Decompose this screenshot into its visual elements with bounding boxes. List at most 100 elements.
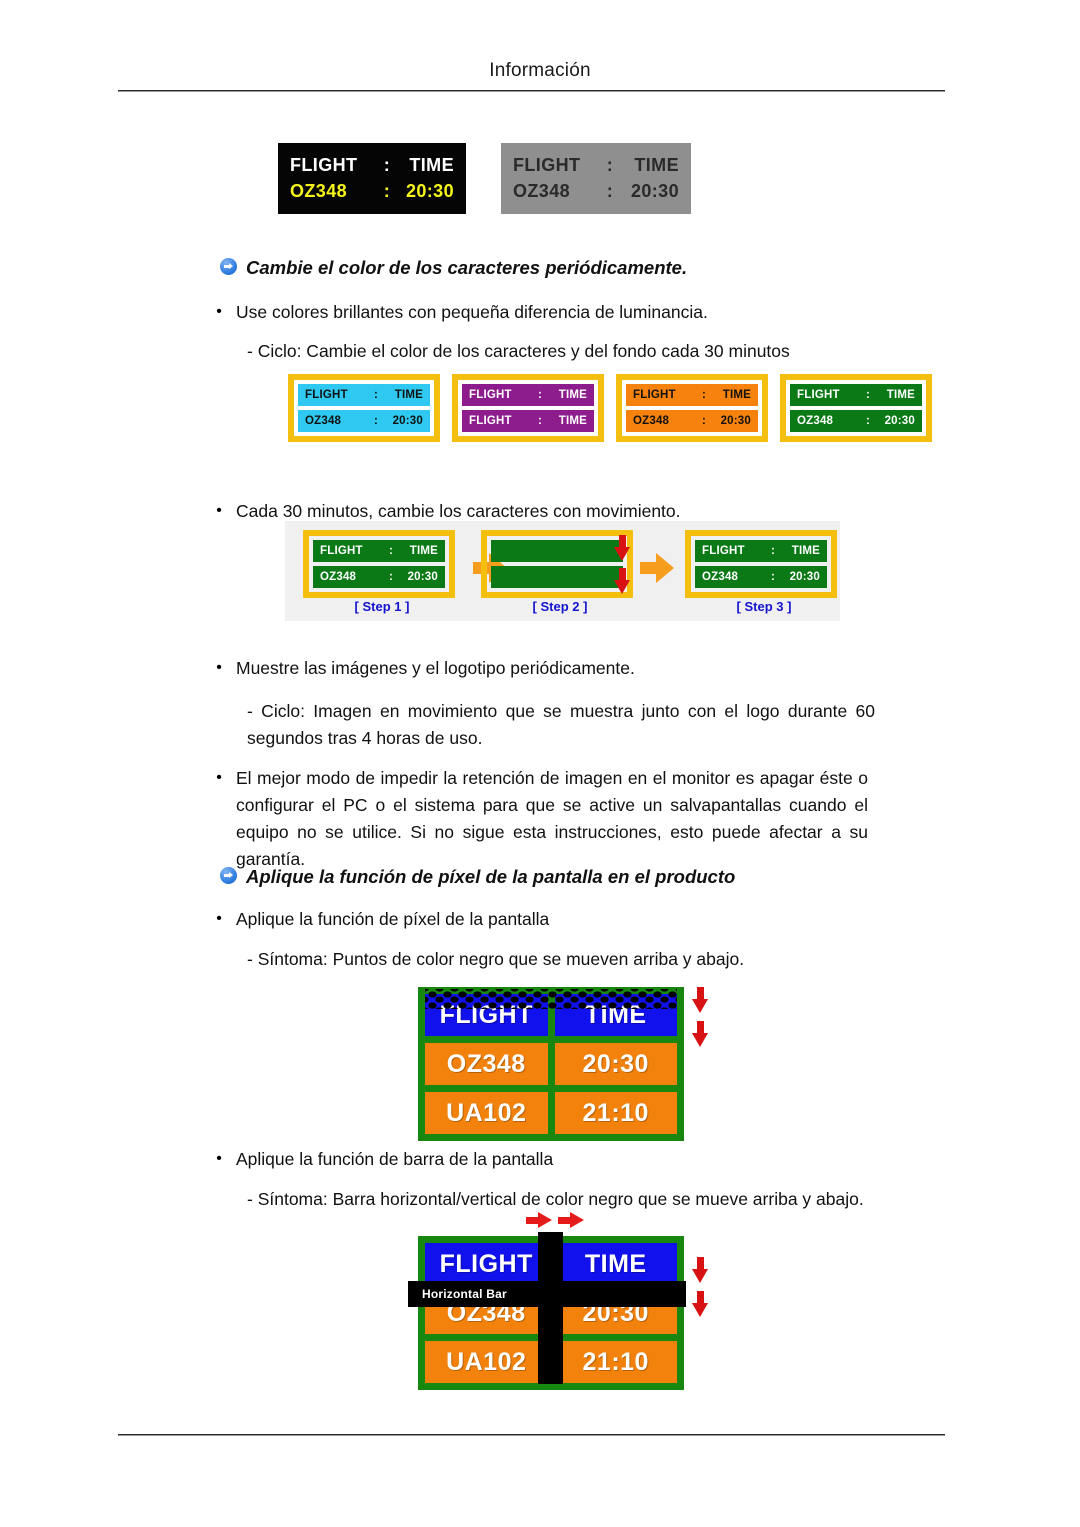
footer-divider [118,1434,945,1436]
bar-board-row-2-right: 21:10 [554,1341,677,1383]
black-panel-data-label: OZ348 [290,181,348,201]
gray-panel-header-value: TIME [634,155,679,175]
horizontal-bar: Horizontal Bar [408,1281,686,1307]
red-arrow-down-icon [692,1257,709,1283]
orange-arrow-right-icon [640,553,674,583]
blue-arrow-icon [220,258,237,275]
orange-panel: FLIGHT : TIME OZ348 : 20:30 [616,374,768,442]
pixel-board-row-2-right: 21:10 [554,1092,677,1134]
purple-panel-row-0-label: FLIGHT [469,389,512,401]
bullet-dot-icon: • [216,303,222,320]
pixel-board-row-1-left: OZ348 [425,1043,548,1085]
red-arrow-down-icon [692,987,709,1013]
gray-panel: FLIGHT : TIME OZ348 : 20:30 [501,143,691,214]
orange-panel-row-0-separator: : [701,389,707,401]
heading-1-label: Cambie el color de los caracteres periód… [246,257,688,278]
bullet-3-text: Muestre las imágenes y el logotipo perió… [236,658,635,678]
step-2-caption: [ Step 2 ] [532,599,588,614]
heading-apply-pixel-function: Aplique la función de píxel de la pantal… [220,865,735,888]
page-title: Información [489,60,591,81]
red-arrow-down-icon [692,1291,709,1317]
cyan-panel-row-0-label: FLIGHT [305,389,348,401]
gray-panel-data-label: OZ348 [513,181,571,201]
purple-panel-row-0-value: TIME [558,389,587,401]
bullet-use-bright-colors: • Use colores brillantes con pequeña dif… [215,299,708,325]
purple-panel-row-0-separator: : [537,389,543,401]
bar-board-row-2-left: UA102 [425,1341,548,1383]
black-panel-header-value: TIME [409,155,454,175]
purple-panel-row-1-label: FLIGHT [469,415,512,427]
bullet-apply-bar-function: • Aplique la función de barra de la pant… [215,1146,553,1172]
red-arrow-down-icon [614,568,630,594]
figure-color-cycle: FLIGHT : TIME OZ348 : 20:30 FLIGHT : TIM… [288,374,932,442]
bullet-prevent-image-retention: • El mejor modo de impedir la retención … [215,765,868,873]
green-panel: FLIGHT : TIME OZ348 : 20:30 [780,374,932,442]
bar-board-grid: FLIGHT TIME OZ348 20:30 UA102 21:10 Hori… [408,1232,686,1390]
bar-board-row-0-left: FLIGHT [425,1243,548,1285]
horizontal-bar-label: Horizontal Bar [422,1287,507,1301]
red-arrow-right-icon [558,1212,584,1229]
cyan-panel-row-0-value: TIME [394,389,423,401]
step-3-row-0-value: TIME [791,545,820,557]
bullet-1-text: Use colores brillantes con pequeña difer… [236,302,708,322]
vertical-bar-icon [538,1232,563,1384]
bullet-dot-icon: • [216,769,222,786]
green-panel-row-1-value: 20:30 [884,415,915,427]
subline-symptom-bar: - Síntoma: Barra horizontal/vertical de … [247,1189,864,1209]
gray-panel-header-label: FLIGHT [513,155,581,175]
black-panel-header-separator: : [383,155,391,175]
step-3-row-0-separator: : [770,545,776,557]
bullet-4-text: El mejor modo de impedir la retención de… [236,768,868,869]
orange-panel-row-1-label: OZ348 [633,415,670,427]
orange-panel-row-0-value: TIME [722,389,751,401]
black-panel-header-label: FLIGHT [290,155,358,175]
step-1-row-1-separator: : [388,571,394,583]
purple-panel-row-1-separator: : [537,415,543,427]
cyan-panel-row-1-label: OZ348 [305,415,342,427]
green-panel-row-0-separator: : [865,389,871,401]
bullet-dot-icon: • [216,502,222,519]
bullet-dot-icon: • [216,659,222,676]
step-1-row-0-separator: : [388,545,394,557]
purple-panel-row-1-value: TIME [558,415,587,427]
purple-panel: FLIGHT : TIME FLIGHT : TIME [452,374,604,442]
bar-board-row-0-right: TIME [554,1243,677,1285]
figure-pixel-board: FLIGHT TIME OZ348 20:30 UA102 21:10 [418,987,708,1141]
figure-luminance-pair: FLIGHT : TIME OZ348 : 20:30 FLIGHT : TIM… [278,143,691,214]
pixel-board-grid: FLIGHT TIME OZ348 20:30 UA102 21:10 [418,987,684,1141]
cyan-panel-row-1-value: 20:30 [392,415,423,427]
header-divider [118,90,945,92]
pixel-board-row-2-left: UA102 [425,1092,548,1134]
bullet-5-text: Aplique la función de píxel de la pantal… [236,909,550,929]
pixel-board-row-0-right: TIME [554,994,677,1036]
pixel-board-row-0-left: FLIGHT [425,994,548,1036]
cyan-panel: FLIGHT : TIME OZ348 : 20:30 [288,374,440,442]
black-panel-data-separator: : [383,181,391,201]
subline-cycle-image-logo: - Ciclo: Imagen en movimiento que se mue… [247,701,875,748]
green-panel-row-1-label: OZ348 [797,415,834,427]
step-3-row-0-label: FLIGHT [702,545,745,557]
orange-panel-row-0-label: FLIGHT [633,389,676,401]
step-3-caption: [ Step 3 ] [736,599,792,614]
pixel-board-row-1-right: 20:30 [554,1043,677,1085]
green-panel-row-1-separator: : [865,415,871,427]
orange-panel-row-1-value: 20:30 [720,415,751,427]
gray-panel-header-separator: : [606,155,614,175]
red-arrow-right-icon [526,1212,552,1229]
bullet-dot-icon: • [216,910,222,927]
step-1-row-1-value: 20:30 [407,571,438,583]
cyan-panel-row-0-separator: : [373,389,379,401]
step-3-row-1-label: OZ348 [702,571,739,583]
red-arrow-down-icon [692,1021,709,1047]
subline-cycle-30-min: - Ciclo: Cambie el color de los caracter… [247,341,790,361]
red-arrow-down-icon [614,535,630,561]
figure-motion-steps: FLIGHT : TIME OZ348 : 20:30 [ Step 1 ] K… [285,521,840,621]
bullet-dot-icon: • [216,1150,222,1167]
orange-panel-row-1-separator: : [701,415,707,427]
step-2-panel: KA1710 : 12:00 AA0025 : 12:35 UA0110 : 1… [481,530,633,598]
heading-change-character-color: Cambie el color de los caracteres periód… [220,256,687,279]
subline-symptom-dots: - Síntoma: Puntos de color negro que se … [247,949,745,969]
green-panel-row-0-label: FLIGHT [797,389,840,401]
bullet-apply-pixel-function: • Aplique la función de píxel de la pant… [215,906,549,932]
step-3-row-1-separator: : [770,571,776,583]
